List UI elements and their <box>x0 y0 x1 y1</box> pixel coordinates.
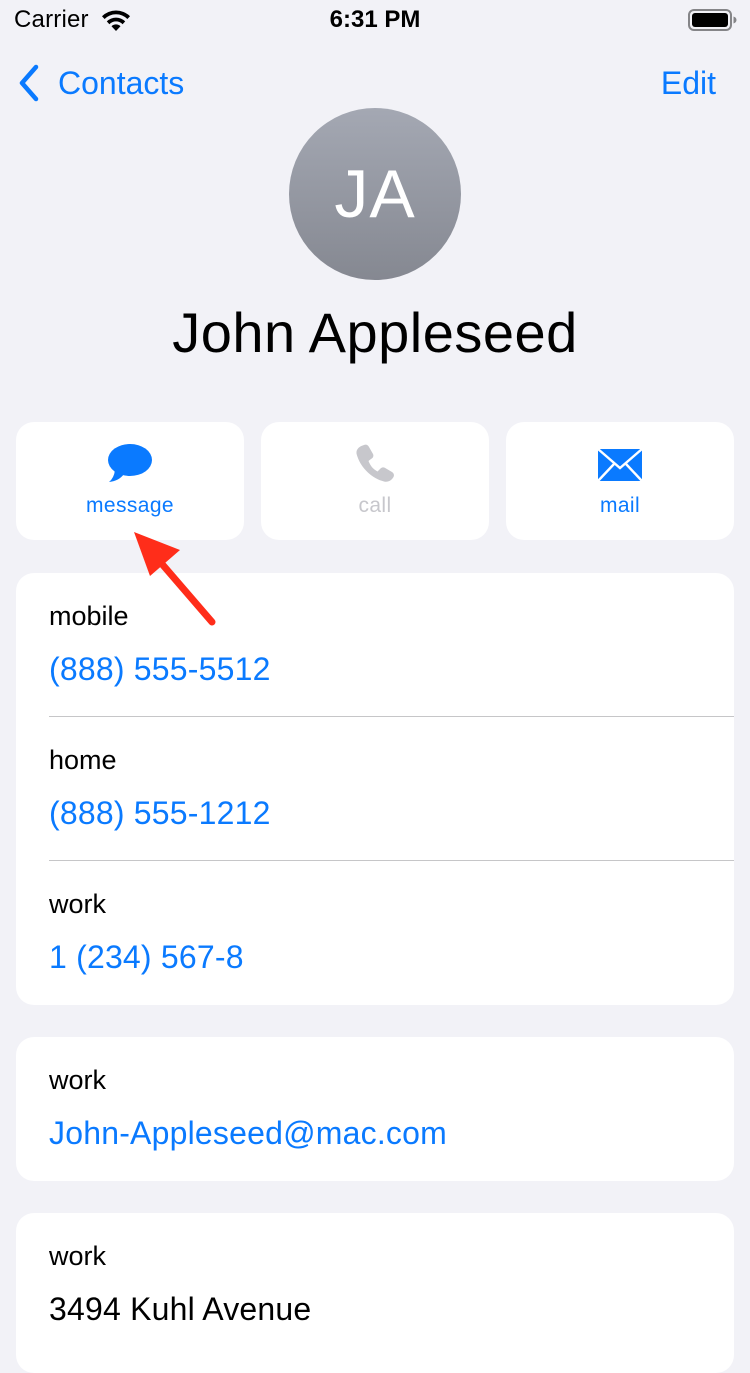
phone-row-work[interactable]: work 1 (234) 567-8 <box>16 861 734 1005</box>
phone-number-link[interactable]: 1 (234) 567-8 <box>49 939 244 976</box>
phone-numbers-card: mobile (888) 555-5512 home (888) 555-121… <box>16 573 734 1005</box>
email-card: work John-Appleseed@mac.com <box>16 1037 734 1181</box>
back-button[interactable]: Contacts <box>16 63 184 103</box>
call-button-label: call <box>358 494 392 517</box>
call-button[interactable]: call <box>261 422 489 540</box>
avatar: JA <box>289 108 461 280</box>
message-button-label: message <box>85 494 174 517</box>
phone-number-link[interactable]: (888) 555-5512 <box>49 651 271 688</box>
status-bar: Carrier 6:31 PM <box>0 0 750 40</box>
chevron-left-icon <box>19 64 39 102</box>
phone-row-mobile[interactable]: mobile (888) 555-5512 <box>16 573 734 717</box>
mail-button-label: mail <box>599 494 641 517</box>
address-card: work 3494 Kuhl Avenue <box>16 1213 734 1373</box>
back-button-label: Contacts <box>58 64 185 101</box>
address-label: work <box>49 1241 107 1271</box>
email-row-work[interactable]: work John-Appleseed@mac.com <box>16 1037 734 1181</box>
clock: 6:31 PM <box>329 6 421 33</box>
phone-label: work <box>49 889 107 919</box>
phone-label: home <box>49 745 117 775</box>
address-row-work[interactable]: work 3494 Kuhl Avenue <box>16 1213 734 1357</box>
message-button[interactable]: message <box>16 422 244 540</box>
nav-bar: Contacts Edit <box>0 55 750 115</box>
action-buttons: message call mail <box>16 422 734 540</box>
mail-button[interactable]: mail <box>506 422 734 540</box>
phone-icon <box>356 444 394 482</box>
contact-name: John Appleseed <box>172 301 578 364</box>
email-label: work <box>49 1065 107 1095</box>
phone-number-link[interactable]: (888) 555-1212 <box>49 795 271 832</box>
message-bubble-icon <box>108 444 152 482</box>
phone-row-home[interactable]: home (888) 555-1212 <box>16 717 734 861</box>
envelope-icon <box>597 448 643 482</box>
edit-button[interactable]: Edit <box>661 65 716 102</box>
email-link[interactable]: John-Appleseed@mac.com <box>49 1115 447 1152</box>
avatar-initials: JA <box>334 156 416 232</box>
battery-icon <box>688 9 737 31</box>
phone-label: mobile <box>49 601 129 631</box>
address-line[interactable]: 3494 Kuhl Avenue <box>49 1291 311 1328</box>
